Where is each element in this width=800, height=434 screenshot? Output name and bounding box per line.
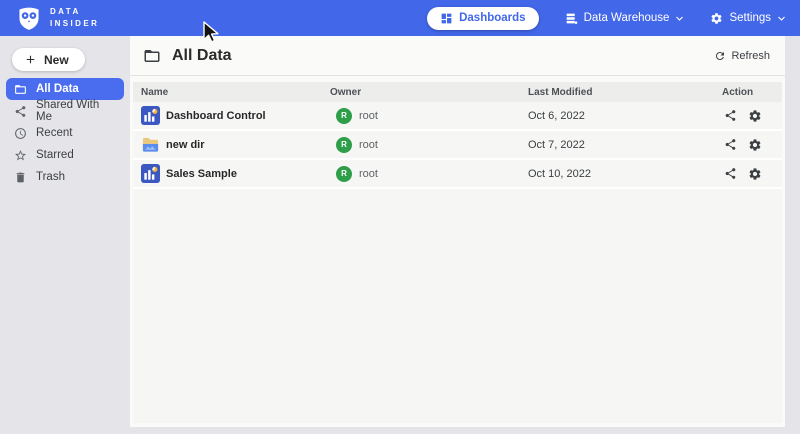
star-icon <box>14 149 27 162</box>
last-modified-date: Oct 10, 2022 <box>528 168 722 180</box>
sidebar-item-label: Trash <box>36 171 65 183</box>
owner-name: root <box>359 139 378 151</box>
share-icon[interactable] <box>724 167 737 180</box>
owner-name: root <box>359 168 378 180</box>
share-icon <box>14 105 27 118</box>
nav-settings-button[interactable]: Settings <box>710 12 786 25</box>
new-button-label: New <box>44 53 69 67</box>
sidebar-item-label: Starred <box>36 149 74 161</box>
sidebar: New All Data Shared With Me Recent Starr… <box>0 36 130 434</box>
column-header-owner: Owner <box>330 87 528 98</box>
top-nav: Dashboards Data Warehouse <box>427 7 786 30</box>
column-header-action: Action <box>722 87 782 98</box>
refresh-label: Refresh <box>731 50 770 62</box>
mouse-cursor <box>201 21 220 45</box>
top-bar: DATA INSIDER Dashboards Data Wareho <box>0 0 800 36</box>
brand: DATA INSIDER <box>16 5 99 31</box>
sidebar-item-all-data[interactable]: All Data <box>6 78 124 100</box>
nav-data-warehouse-label: Data Warehouse <box>584 12 670 24</box>
last-modified-date: Oct 6, 2022 <box>528 110 722 122</box>
share-icon[interactable] <box>724 109 737 122</box>
main-header: All Data Refresh <box>130 36 785 76</box>
new-button[interactable]: New <box>12 48 85 71</box>
table-header-row: Name Owner Last Modified Action <box>133 82 782 102</box>
owl-logo-icon <box>16 5 42 31</box>
file-name: Dashboard Control <box>166 110 266 122</box>
brand-name: DATA INSIDER <box>50 6 99 30</box>
gear-icon[interactable] <box>748 167 762 181</box>
gear-icon[interactable] <box>748 109 762 123</box>
database-icon <box>565 12 578 25</box>
share-icon[interactable] <box>724 138 737 151</box>
page-title: All Data <box>172 47 714 65</box>
sidebar-item-recent[interactable]: Recent <box>6 122 124 144</box>
owner-avatar: R <box>336 137 352 153</box>
trash-icon <box>14 171 27 184</box>
sidebar-item-label: Shared With Me <box>36 99 116 123</box>
sidebar-item-trash[interactable]: Trash <box>6 166 124 188</box>
dashboard-file-icon <box>141 106 160 125</box>
sidebar-item-shared-with-me[interactable]: Shared With Me <box>6 100 124 122</box>
last-modified-date: Oct 7, 2022 <box>528 139 722 151</box>
nav-dashboards-button[interactable]: Dashboards <box>427 7 538 30</box>
file-table: Name Owner Last Modified Action Dashboar… <box>133 82 782 423</box>
column-header-last-modified: Last Modified <box>528 87 722 98</box>
sidebar-item-label: All Data <box>36 83 79 95</box>
folder-icon <box>143 47 161 65</box>
owner-name: root <box>359 110 378 122</box>
plus-icon <box>24 53 37 66</box>
file-name: new dir <box>166 139 205 151</box>
sidebar-item-label: Recent <box>36 127 72 139</box>
chevron-down-icon <box>777 14 786 23</box>
refresh-button[interactable]: Refresh <box>714 50 770 62</box>
gear-icon[interactable] <box>748 138 762 152</box>
owner-avatar: R <box>336 166 352 182</box>
folder-icon <box>14 83 27 96</box>
dashboard-icon <box>440 12 453 25</box>
table-row[interactable]: Dashboard Control R root Oct 6, 2022 <box>133 102 782 131</box>
nav-data-warehouse-button[interactable]: Data Warehouse <box>565 12 685 25</box>
folder-file-icon <box>141 135 160 154</box>
owner-avatar: R <box>336 108 352 124</box>
chevron-down-icon <box>675 14 684 23</box>
table-row[interactable]: new dir R root Oct 7, 2022 <box>133 131 782 160</box>
dashboard-file-icon <box>141 164 160 183</box>
table-row[interactable]: Sales Sample R root Oct 10, 2022 <box>133 160 782 189</box>
file-name: Sales Sample <box>166 168 237 180</box>
brand-line2: INSIDER <box>50 18 99 30</box>
gear-icon <box>710 12 723 25</box>
sidebar-item-starred[interactable]: Starred <box>6 144 124 166</box>
nav-settings-label: Settings <box>729 12 771 24</box>
main-panel: All Data Refresh Name Owner Last Modifie… <box>130 36 785 427</box>
nav-dashboards-label: Dashboards <box>459 12 525 24</box>
clock-icon <box>14 127 27 140</box>
brand-line1: DATA <box>50 6 99 18</box>
refresh-icon <box>714 50 726 62</box>
column-header-name: Name <box>141 87 330 98</box>
